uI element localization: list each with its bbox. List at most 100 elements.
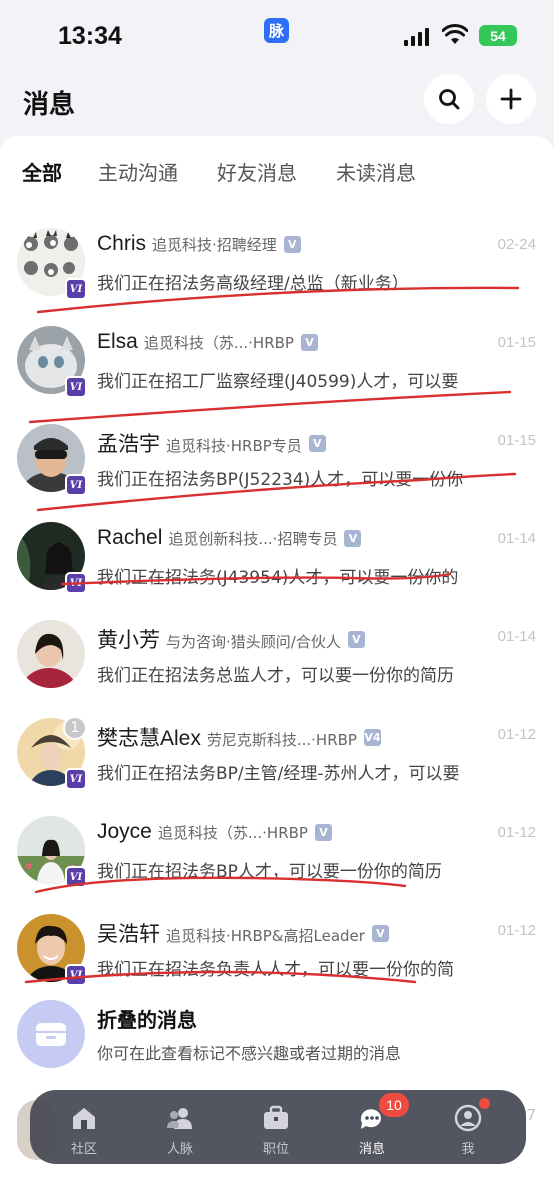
- message-row[interactable]: VI 吴浩轩 追觅科技·HRBP&高招Leader V 01-12 我们正在招法…: [0, 914, 554, 1012]
- verified-icon: V: [344, 529, 362, 547]
- nav-contacts[interactable]: 人脉: [145, 1090, 215, 1164]
- nav-me[interactable]: 我: [433, 1090, 503, 1164]
- avatar[interactable]: VI: [17, 228, 87, 300]
- contact-name: Elsa: [97, 330, 138, 353]
- message-row[interactable]: VI Chris 追觅科技·招聘经理 V 02-24 我们正在招法务高级经理/总…: [0, 228, 554, 326]
- plus-icon: [500, 88, 522, 110]
- contact-company: 追觅创新科技...·招聘专员: [168, 530, 338, 548]
- notification-dot: [479, 1098, 490, 1109]
- contact-name: 孟浩宇: [97, 433, 160, 456]
- contact-name: 吴浩轩: [97, 923, 160, 946]
- search-icon: [439, 89, 460, 110]
- contact-name: Joyce: [97, 820, 152, 843]
- message-date: 02-24: [497, 236, 536, 253]
- vip-badge: VI: [65, 278, 87, 300]
- message-date: 01-15: [497, 432, 536, 449]
- wifi-icon: [442, 24, 468, 44]
- contacts-icon: [167, 1108, 192, 1129]
- contact-company: 劳尼克斯科技...·HRBP: [206, 731, 357, 749]
- nav-jobs[interactable]: 职位: [241, 1090, 311, 1164]
- vip-badge: VI: [65, 768, 87, 790]
- message-date: 01-12: [497, 726, 536, 743]
- avatar[interactable]: VI: [17, 816, 87, 888]
- message-preview: 我们正在招法务高级经理/总监（新业务）: [97, 274, 409, 294]
- contact-company: 与为咨询·猎头顾问/合伙人: [166, 633, 341, 651]
- message-preview: 我们正在招法务负责人人才，可以要一份你的简: [97, 960, 454, 980]
- message-row[interactable]: VI Joyce 追觅科技（苏...·HRBP V 01-12 我们正在招法务B…: [0, 816, 554, 914]
- profile-icon: [454, 1104, 482, 1132]
- nav-community[interactable]: 社区: [49, 1090, 119, 1164]
- avatar[interactable]: 1 VI: [17, 716, 87, 790]
- verified-icon: V: [283, 235, 301, 253]
- avatar[interactable]: VI: [17, 522, 87, 594]
- message-date: 01-14: [497, 628, 536, 645]
- message-list-card: 全部 主动沟通 好友消息 未读消息 VI Chris 追觅科技·招聘经理 V 0…: [0, 136, 554, 1199]
- message-row[interactable]: VI Elsa 追觅科技（苏...·HRBP V 01-15 我们正在招工厂监察…: [0, 326, 554, 424]
- message-preview: 我们正在招法务BP/主管/经理-苏州人才，可以要: [97, 764, 460, 784]
- nav-messages[interactable]: 10 消息: [337, 1090, 409, 1164]
- tab-active-chat[interactable]: 主动沟通: [98, 157, 178, 186]
- contact-name: 黄小芳: [97, 629, 160, 652]
- unread-count-badge: 1: [63, 716, 87, 740]
- vip-badge: VI: [65, 474, 87, 496]
- verified-icon: V: [300, 333, 318, 351]
- tab-all[interactable]: 全部: [22, 157, 62, 186]
- tab-unread[interactable]: 未读消息: [336, 157, 416, 186]
- message-date: 01-12: [497, 922, 536, 939]
- archive-icon: [17, 1000, 85, 1068]
- contact-name: 樊志慧Alex: [97, 727, 201, 750]
- home-icon: [73, 1108, 95, 1129]
- add-button[interactable]: [486, 74, 536, 124]
- battery-icon: 54: [479, 25, 517, 46]
- verified-icon: V: [308, 434, 326, 452]
- vip-badge: VI: [65, 376, 87, 398]
- message-preview: 我们正在招法务总监人才，可以要一份你的简历: [97, 666, 454, 686]
- folded-messages-row[interactable]: 折叠的消息 你可在此查看标记不感兴趣或者过期的消息: [0, 1000, 554, 1098]
- vip-badge: VI: [65, 572, 87, 594]
- message-date: 01-12: [497, 824, 536, 841]
- message-row[interactable]: 黄小芳 与为咨询·猎头顾问/合伙人 V 01-14 我们正在招法务总监人才，可以…: [0, 620, 554, 718]
- message-preview: 我们正在招法务(J43954)人才，可以要一份你的: [97, 568, 459, 588]
- contact-name: Chris: [97, 232, 147, 255]
- avatar[interactable]: [17, 620, 85, 688]
- contact-company: 追觅科技（苏...·HRBP: [157, 824, 308, 842]
- nav-label: 人脉: [166, 1142, 193, 1157]
- verified-icon: V: [314, 823, 332, 841]
- message-row[interactable]: VI Rachel 追觅创新科技...·招聘专员 V 01-14 我们正在招法务…: [0, 522, 554, 620]
- vip-badge: VI: [65, 866, 87, 888]
- contact-company: 追觅科技·招聘经理: [152, 236, 277, 254]
- message-row[interactable]: VI 孟浩宇 追觅科技·HRBP专员 V 01-15 我们正在招法务BP(J52…: [0, 424, 554, 522]
- search-button[interactable]: [424, 74, 474, 124]
- message-date: 01-15: [497, 334, 536, 351]
- person-avatar-image: [17, 620, 85, 688]
- status-time: 13:34: [58, 22, 122, 50]
- status-bar: 13:34 脉 54: [0, 0, 554, 72]
- page-title: 消息: [23, 90, 76, 120]
- nav-label: 职位: [262, 1142, 289, 1157]
- home-indicator: [0, 1186, 554, 1199]
- filter-tabs: 全部 主动沟通 好友消息 未读消息: [0, 136, 554, 200]
- nav-label: 社区: [70, 1142, 97, 1157]
- vip-badge: VI: [65, 964, 87, 986]
- avatar[interactable]: VI: [17, 424, 87, 496]
- tab-friend-messages[interactable]: 好友消息: [217, 157, 297, 186]
- message-date: 01-14: [497, 530, 536, 547]
- bottom-tab-bar: 社区 人脉 职位 10 消息 我: [30, 1090, 526, 1164]
- avatar[interactable]: VI: [17, 326, 87, 398]
- contact-name: Rachel: [97, 526, 163, 549]
- verified-icon: V: [371, 924, 389, 942]
- battery-level: 54: [490, 27, 506, 44]
- nav-label: 我: [461, 1142, 475, 1157]
- avatar[interactable]: VI: [17, 914, 87, 986]
- signal-icon: [404, 28, 429, 46]
- contact-company: 追觅科技（苏...·HRBP: [143, 334, 294, 352]
- message-count-badge: 10: [379, 1093, 409, 1117]
- message-preview: 我们正在招法务BP(J52234)人才，可以要一份你: [97, 470, 464, 490]
- briefcase-icon: [264, 1105, 288, 1129]
- folded-title: 折叠的消息: [97, 1008, 197, 1032]
- app-indicator: 脉: [264, 18, 289, 43]
- contact-company: 追觅科技·HRBP专员: [166, 437, 302, 455]
- contact-company: 追觅科技·HRBP&高招Leader: [166, 927, 365, 945]
- message-row[interactable]: 1 VI 樊志慧Alex 劳尼克斯科技...·HRBP V4 01-12 我们正…: [0, 716, 554, 816]
- folded-subtitle: 你可在此查看标记不感兴趣或者过期的消息: [97, 1044, 402, 1063]
